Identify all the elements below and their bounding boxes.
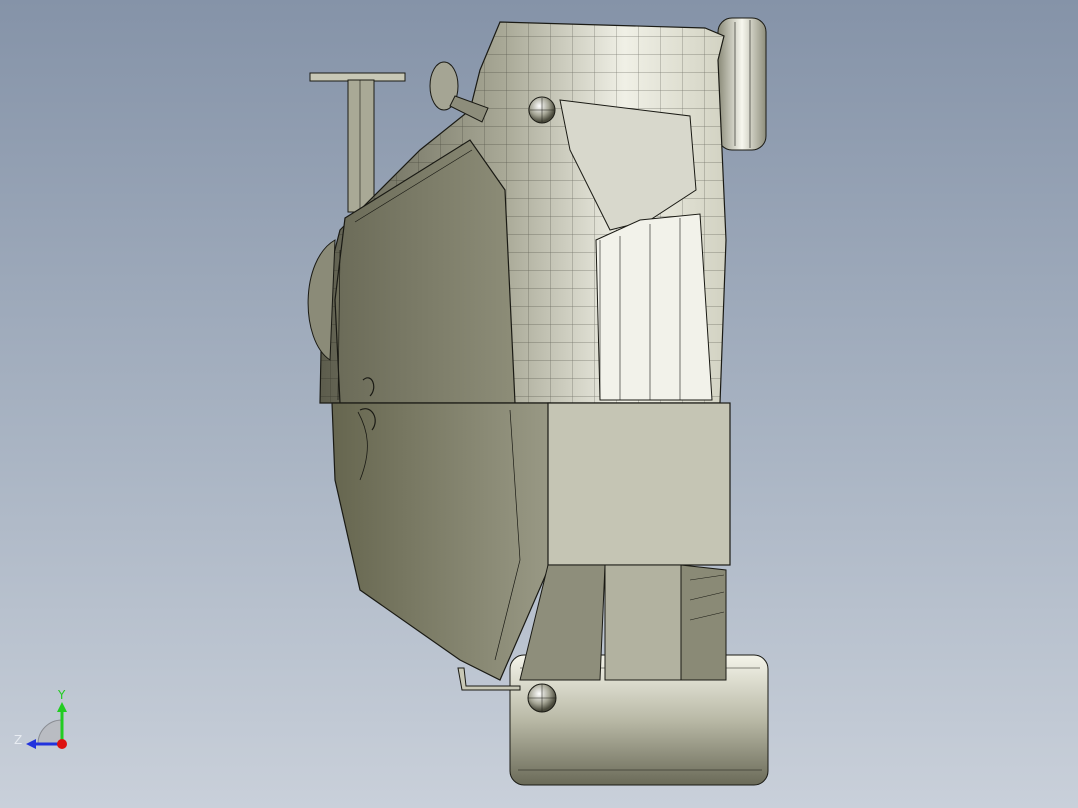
coordinate-triad: Y Z	[14, 688, 67, 749]
y-axis-arrowhead	[57, 702, 67, 712]
side-dome[interactable]	[307, 239, 336, 361]
y-axis-label: Y	[57, 688, 66, 702]
lower-strut[interactable]	[604, 564, 727, 681]
bolt-top[interactable]	[528, 96, 556, 124]
basin-lower[interactable]	[331, 402, 551, 681]
x-axis-dot	[57, 739, 67, 749]
cad-viewport[interactable]: Y Z	[0, 0, 1078, 808]
z-axis-label: Z	[14, 733, 22, 747]
triad-quarter-arc	[37, 719, 63, 745]
bolt-bottom[interactable]	[527, 683, 557, 713]
z-axis-arrowhead	[26, 739, 36, 749]
top-wheel[interactable]	[717, 17, 767, 151]
